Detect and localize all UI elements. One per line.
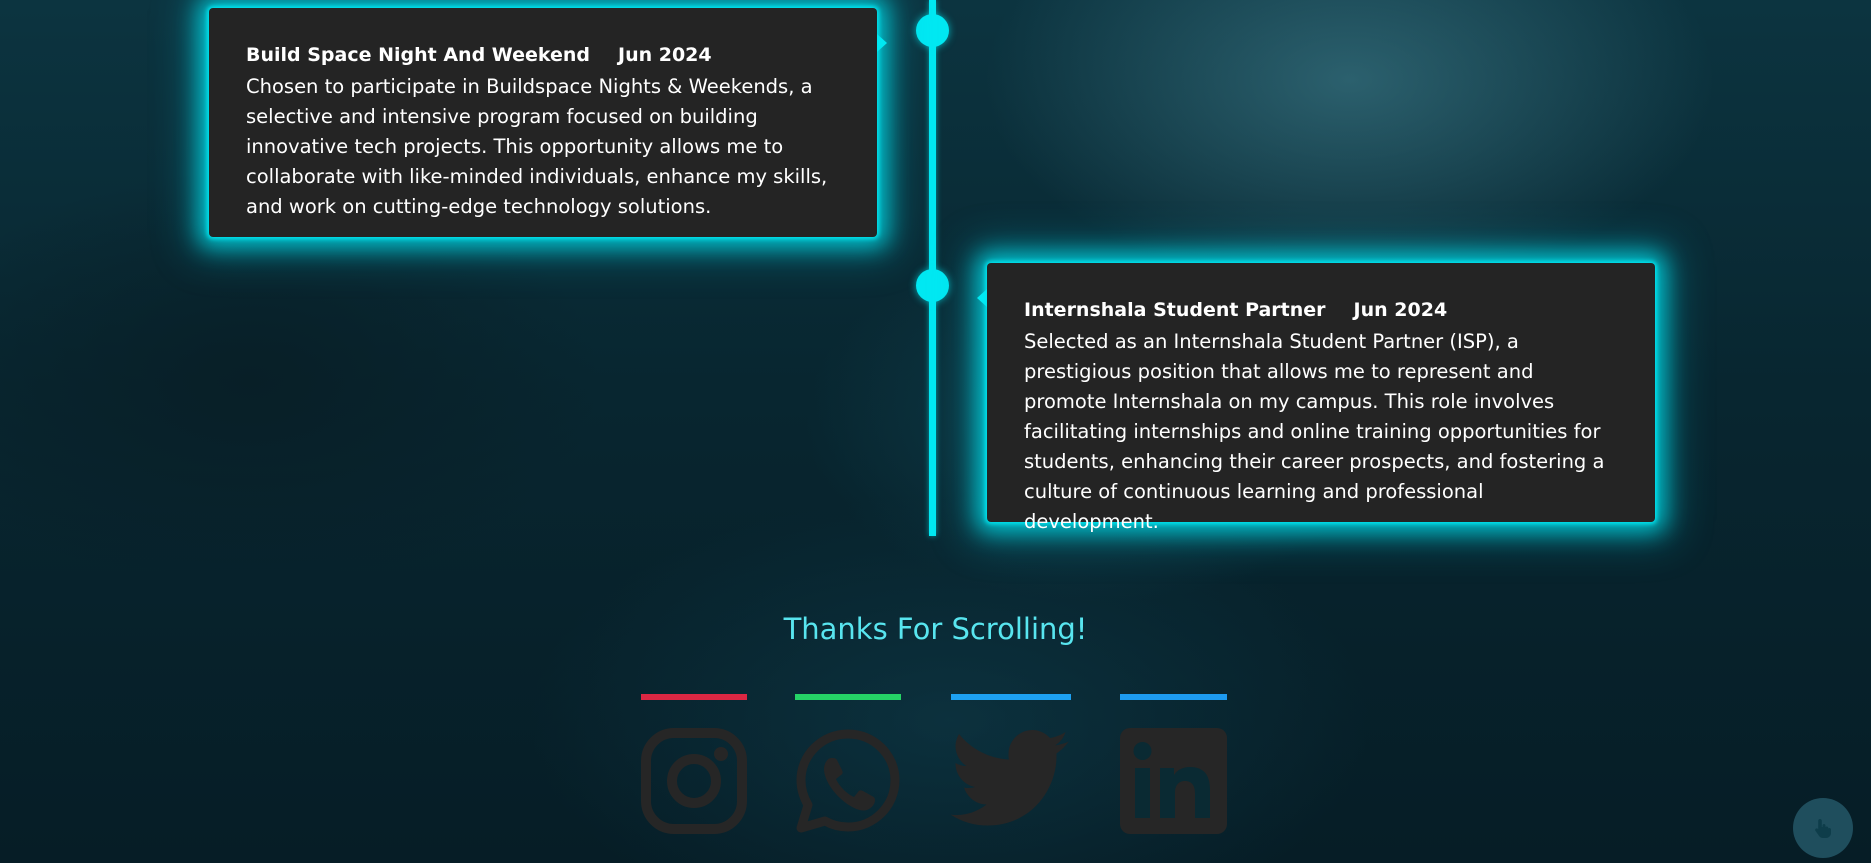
whatsapp-accent-bar: [795, 694, 901, 700]
timeline-card-buildspace: Build Space Night And Weekend Jun 2024 C…: [209, 8, 887, 237]
scroll-top-button[interactable]: [1793, 798, 1853, 858]
timeline-dot: [916, 14, 949, 47]
instagram-link[interactable]: [641, 694, 747, 839]
linkedin-accent-bar: [1120, 694, 1227, 700]
twitter-accent-bar: [951, 694, 1071, 700]
timeline-card-internshala: Internshala Student Partner Jun 2024 Sel…: [977, 263, 1655, 533]
instagram-icon: [641, 728, 747, 834]
linkedin-link[interactable]: [1120, 694, 1227, 839]
thanks-heading: Thanks For Scrolling!: [783, 612, 1088, 646]
twitter-link[interactable]: [951, 694, 1071, 839]
card-date: Jun 2024: [1353, 299, 1448, 321]
card-description: Chosen to participate in Buildspace Nigh…: [246, 75, 828, 218]
instagram-accent-bar: [641, 694, 747, 700]
card-header: Build Space Night And Weekend Jun 2024: [246, 42, 841, 68]
card-pointer-arrow: [877, 34, 887, 52]
timeline-line: [929, 0, 936, 536]
card-description: Selected as an Internshala Student Partn…: [1024, 330, 1605, 533]
card-title: Build Space Night And Weekend: [246, 44, 590, 66]
whatsapp-link[interactable]: [795, 694, 901, 839]
linkedin-icon: [1120, 728, 1227, 834]
card-pointer-arrow: [977, 289, 987, 307]
pointer-hand-icon: [1815, 819, 1831, 838]
card-title: Internshala Student Partner: [1024, 299, 1326, 321]
card-header: Internshala Student Partner Jun 2024: [1024, 297, 1619, 323]
whatsapp-icon: [796, 729, 900, 833]
card-date: Jun 2024: [618, 44, 712, 66]
timeline-dot: [916, 269, 949, 302]
twitter-icon: [951, 730, 1069, 826]
